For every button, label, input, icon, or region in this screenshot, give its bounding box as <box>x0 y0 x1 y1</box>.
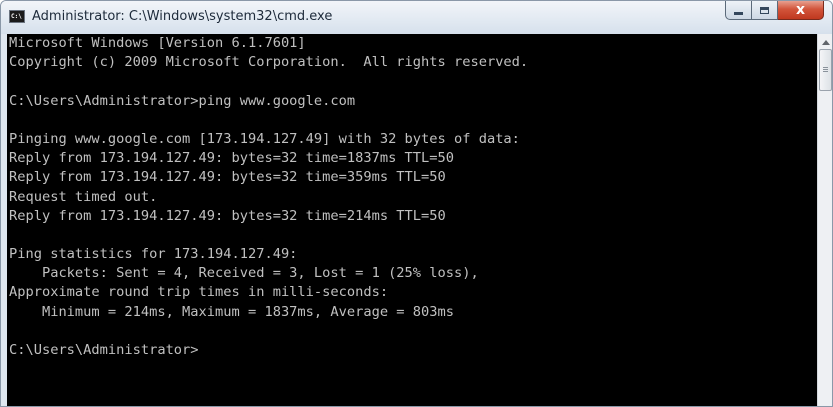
console-line: Request timed out. <box>9 188 158 205</box>
grip-icon <box>823 67 828 68</box>
console-line: Copyright (c) 2009 Microsoft Corporation… <box>9 54 529 71</box>
close-icon: x <box>795 2 806 18</box>
console-line: Packets: Sent = 4, Received = 3, Lost = … <box>9 265 479 282</box>
minimize-button[interactable] <box>725 1 752 20</box>
console-line: C:\Users\Administrator>ping www.google.c… <box>9 92 356 109</box>
console-lines: Microsoft Windows [Version 6.1.7601] Copy… <box>7 34 817 360</box>
grip-icon <box>823 69 828 70</box>
window-controls: x <box>725 1 824 21</box>
maximize-button[interactable] <box>752 1 778 20</box>
console-line: Reply from 173.194.127.49: bytes=32 time… <box>9 150 454 167</box>
console-line: Approximate round trip times in milli-se… <box>9 284 389 301</box>
window-title: Administrator: C:\Windows\system32\cmd.e… <box>32 9 333 24</box>
console-line: Reply from 173.194.127.49: bytes=32 time… <box>9 207 446 224</box>
up-arrow-icon[interactable] <box>822 40 830 45</box>
close-button[interactable]: x <box>778 1 824 20</box>
console-output[interactable]: Microsoft Windows [Version 6.1.7601] Copy… <box>7 34 817 406</box>
console-line: Microsoft Windows [Version 6.1.7601] <box>9 35 306 51</box>
console-line: Pinging www.google.com [173.194.127.49] … <box>9 130 520 147</box>
minimize-icon <box>734 11 743 15</box>
title-bar[interactable]: C:\ Administrator: C:\Windows\system32\c… <box>1 1 832 34</box>
vertical-scrollbar[interactable] <box>817 34 832 406</box>
console-line: C:\Users\Administrator> <box>9 342 199 358</box>
grip-icon <box>823 71 828 72</box>
console-line: Reply from 173.194.127.49: bytes=32 time… <box>9 169 446 186</box>
scrollbar-thumb[interactable] <box>819 49 832 91</box>
maximize-icon <box>760 6 769 14</box>
console-line: Ping statistics for 173.194.127.49: <box>9 246 298 263</box>
console-line: Minimum = 214ms, Maximum = 1837ms, Avera… <box>9 303 454 320</box>
cmd-icon[interactable]: C:\ <box>9 10 25 23</box>
cmd-window: C:\ Administrator: C:\Windows\system32\c… <box>0 0 833 407</box>
